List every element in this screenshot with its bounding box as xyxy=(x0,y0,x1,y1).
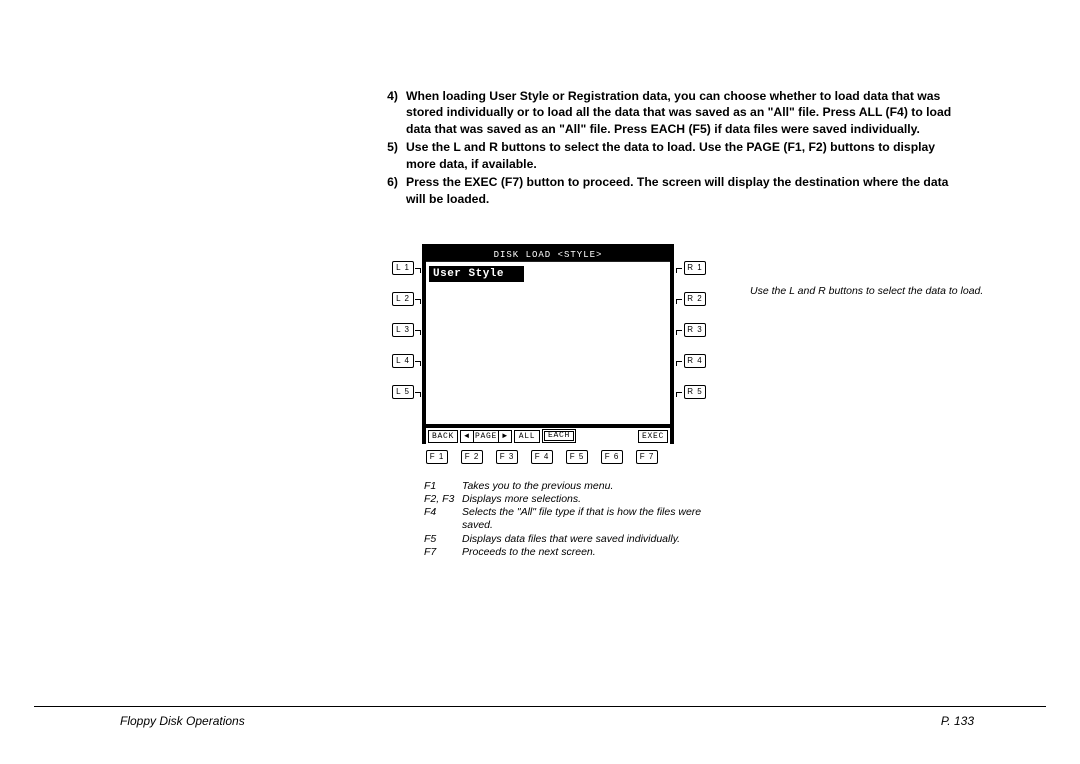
button-f6: F 6 xyxy=(601,450,623,464)
lcd-screen: DISK LOAD <STYLE> User Style BACK ◄ PAGE… xyxy=(422,244,674,444)
step-5: 5) Use the L and R buttons to select the… xyxy=(378,139,964,172)
softkey-exec: EXEC xyxy=(638,430,668,443)
button-r4: R 4 xyxy=(684,354,706,368)
step-text: Press the EXEC (F7) button to proceed. T… xyxy=(406,174,964,207)
legend-key: F7 xyxy=(424,546,462,559)
legend-row: F1 Takes you to the previous menu. xyxy=(424,480,724,493)
button-f4: F 4 xyxy=(531,450,553,464)
lcd-selected-item: User Style xyxy=(429,266,524,282)
lcd-wrap: L 1 L 2 L 3 L 4 L 5 R 1 R 2 R 3 R 4 R 5 … xyxy=(392,244,714,444)
step-4: 4) When loading User Style or Registrati… xyxy=(378,88,964,137)
softkey-all: ALL xyxy=(514,430,540,443)
function-key-legend: F1 Takes you to the previous menu. F2, F… xyxy=(424,480,724,559)
legend-text: Displays more selections. xyxy=(462,493,724,506)
page-left-icon: ◄ xyxy=(461,431,473,442)
button-f7: F 7 xyxy=(636,450,658,464)
tick xyxy=(415,299,421,304)
step-number: 6) xyxy=(378,174,406,207)
footer-chapter: Floppy Disk Operations xyxy=(120,714,245,728)
legend-text: Selects the "All" file type if that is h… xyxy=(462,506,724,532)
page-right-icon: ► xyxy=(499,431,511,442)
tick xyxy=(676,392,682,397)
legend-key: F2, F3 xyxy=(424,493,462,506)
button-r5: R 5 xyxy=(684,385,706,399)
softkey-page-label: PAGE xyxy=(473,431,499,442)
tick xyxy=(676,330,682,335)
legend-text: Proceeds to the next screen. xyxy=(462,546,724,559)
tick xyxy=(415,268,421,273)
button-r3: R 3 xyxy=(684,323,706,337)
button-l3: L 3 xyxy=(392,323,414,337)
lcd-softkey-bar: BACK ◄ PAGE ► ALL EACH EXEC xyxy=(426,424,670,444)
legend-text: Takes you to the previous menu. xyxy=(462,480,724,493)
instruction-steps: 4) When loading User Style or Registrati… xyxy=(378,88,964,209)
device-diagram: L 1 L 2 L 3 L 4 L 5 R 1 R 2 R 3 R 4 R 5 … xyxy=(392,244,714,444)
lcd-title: DISK LOAD <STYLE> xyxy=(426,248,670,262)
step-number: 5) xyxy=(378,139,406,172)
button-r2: R 2 xyxy=(684,292,706,306)
page: 4) When loading User Style or Registrati… xyxy=(0,0,1080,764)
softkey-page: ◄ PAGE ► xyxy=(460,430,512,443)
legend-key: F1 xyxy=(424,480,462,493)
tick xyxy=(415,392,421,397)
lcd-body: User Style xyxy=(426,262,670,424)
button-r1: R 1 xyxy=(684,261,706,275)
footer-divider xyxy=(34,706,1046,707)
button-l4: L 4 xyxy=(392,354,414,368)
button-f3: F 3 xyxy=(496,450,518,464)
step-text: When loading User Style or Registration … xyxy=(406,88,964,137)
legend-row: F4 Selects the "All" file type if that i… xyxy=(424,506,724,532)
step-6: 6) Press the EXEC (F7) button to proceed… xyxy=(378,174,964,207)
softkey-each: EACH xyxy=(544,431,574,441)
legend-row: F2, F3 Displays more selections. xyxy=(424,493,724,506)
legend-row: F5 Displays data files that were saved i… xyxy=(424,533,724,546)
function-keys: F 1 F 2 F 3 F 4 F 5 F 6 F 7 xyxy=(426,450,658,464)
button-l1: L 1 xyxy=(392,261,414,275)
legend-row: F7 Proceeds to the next screen. xyxy=(424,546,724,559)
tick xyxy=(415,361,421,366)
legend-key: F5 xyxy=(424,533,462,546)
button-f1: F 1 xyxy=(426,450,448,464)
step-text: Use the L and R buttons to select the da… xyxy=(406,139,964,172)
button-l2: L 2 xyxy=(392,292,414,306)
button-f2: F 2 xyxy=(461,450,483,464)
step-number: 4) xyxy=(378,88,406,137)
tick xyxy=(676,268,682,273)
button-f5: F 5 xyxy=(566,450,588,464)
legend-key: F4 xyxy=(424,506,462,532)
button-l5: L 5 xyxy=(392,385,414,399)
tick xyxy=(676,299,682,304)
footer-page-number: P. 133 xyxy=(941,714,974,728)
softkey-each-selected: EACH xyxy=(542,429,576,443)
legend-text: Displays data files that were saved indi… xyxy=(462,533,724,546)
softkey-back: BACK xyxy=(428,430,458,443)
tick xyxy=(676,361,682,366)
tick xyxy=(415,330,421,335)
figure-caption-side: Use the L and R buttons to select the da… xyxy=(750,285,1010,297)
